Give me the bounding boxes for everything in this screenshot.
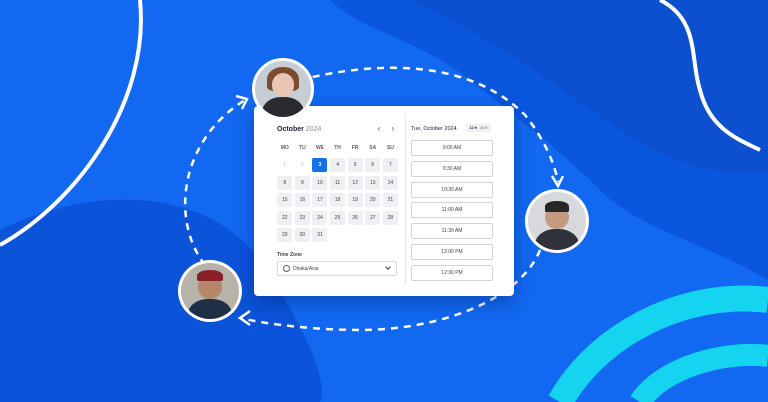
time-slot-button[interactable]: 10:30 AM <box>411 181 493 198</box>
weekday-label: WE <box>315 145 325 151</box>
weekday-label: SU <box>386 145 394 151</box>
calendar-day[interactable]: 13 <box>365 175 381 190</box>
time-slot-button[interactable]: 12:00 PM <box>411 243 493 260</box>
calendar-day[interactable]: 8 <box>277 175 293 190</box>
time-slot-button[interactable]: 11:00 AM <box>411 202 493 219</box>
time-slot-list: 9:00 AM 9:30 AM 10:30 AM 11:00 AM 11:30 … <box>411 140 493 286</box>
globe-icon <box>283 265 290 272</box>
calendar-day[interactable]: 17 <box>312 193 328 208</box>
calendar-day[interactable]: 23 <box>294 210 310 225</box>
calendar-day[interactable]: 10 <box>312 175 328 190</box>
selected-date-heading: Tue, October 2024 <box>411 126 457 132</box>
booking-card: October 2024 ‹ › MO TU WE TH FR SA SU 1 … <box>254 106 514 296</box>
calendar-day[interactable]: 4 <box>330 158 346 172</box>
calendar-day[interactable]: 5 <box>347 158 363 172</box>
calendar-day[interactable]: 7 <box>382 158 398 172</box>
calendar-day[interactable]: 9 <box>294 175 310 190</box>
calendar-day-empty <box>330 228 345 242</box>
calendar-day[interactable]: 21 <box>382 193 398 208</box>
calendar-day[interactable]: 24 <box>312 210 328 225</box>
time-slot-button[interactable]: 9:00 AM <box>411 140 493 156</box>
calendar-day-empty <box>348 228 363 242</box>
timezone-label: Time Zone <box>277 252 302 258</box>
calendar-day[interactable]: 27 <box>365 210 381 225</box>
weekday-label: TU <box>299 145 306 151</box>
avatar-woman <box>252 58 314 120</box>
panel-divider <box>405 118 406 286</box>
calendar-day[interactable]: 25 <box>330 210 346 225</box>
weekday-label: FR <box>351 145 359 151</box>
calendar-grid: MO TU WE TH FR SA SU 1 2 3 4 5 6 7 8 9 1… <box>276 143 399 245</box>
calendar-day: 2 <box>301 162 304 168</box>
time-slot-button[interactable]: 12:30 PM <box>411 264 493 281</box>
avatar-bearded-man <box>525 189 589 253</box>
time-slot-button[interactable]: 11:30 AM <box>411 223 493 240</box>
calendar-day[interactable]: 15 <box>277 193 293 208</box>
chevron-right-icon[interactable]: › <box>388 124 398 134</box>
timezone-value: Dhaka/Asia <box>293 266 319 272</box>
weekday-label: TH <box>334 145 341 151</box>
time-format-toggle: 12 H 24 H <box>466 124 491 132</box>
calendar-day[interactable]: 14 <box>382 175 398 190</box>
calendar-day[interactable]: 20 <box>365 193 381 208</box>
weekday-label: SA <box>369 145 377 151</box>
time-slot-button[interactable]: 9:30 AM <box>411 160 493 177</box>
calendar-day[interactable]: 11 <box>330 175 346 190</box>
calendar-day[interactable]: 29 <box>277 228 293 243</box>
format-option-24h[interactable]: 24 H <box>479 124 488 132</box>
calendar-day[interactable]: 28 <box>382 210 398 225</box>
avatar-man-with-cap <box>178 260 242 322</box>
calendar-day[interactable]: 16 <box>294 193 310 208</box>
chevron-left-icon[interactable]: ‹ <box>374 124 384 134</box>
calendar-day[interactable]: 22 <box>277 210 293 225</box>
calendar-day[interactable]: 12 <box>347 175 363 190</box>
format-option-12h[interactable]: 12 H <box>469 124 478 132</box>
calendar-day[interactable]: 18 <box>330 193 346 208</box>
calendar-day[interactable]: 26 <box>347 210 363 225</box>
calendar-day-selected[interactable]: 3 <box>312 158 328 172</box>
chevron-down-icon <box>385 264 391 270</box>
calendar-day-empty <box>383 228 398 242</box>
calendar-day-empty <box>365 228 380 242</box>
calendar-day[interactable]: 19 <box>347 193 363 208</box>
weekday-label: MO <box>280 145 289 151</box>
timezone-select[interactable]: Dhaka/Asia <box>277 261 397 276</box>
calendar-day[interactable]: 30 <box>294 228 310 243</box>
calendar-day: 1 <box>283 162 287 168</box>
calendar-day[interactable]: 31 <box>312 228 328 243</box>
calendar-day[interactable]: 6 <box>365 158 381 172</box>
